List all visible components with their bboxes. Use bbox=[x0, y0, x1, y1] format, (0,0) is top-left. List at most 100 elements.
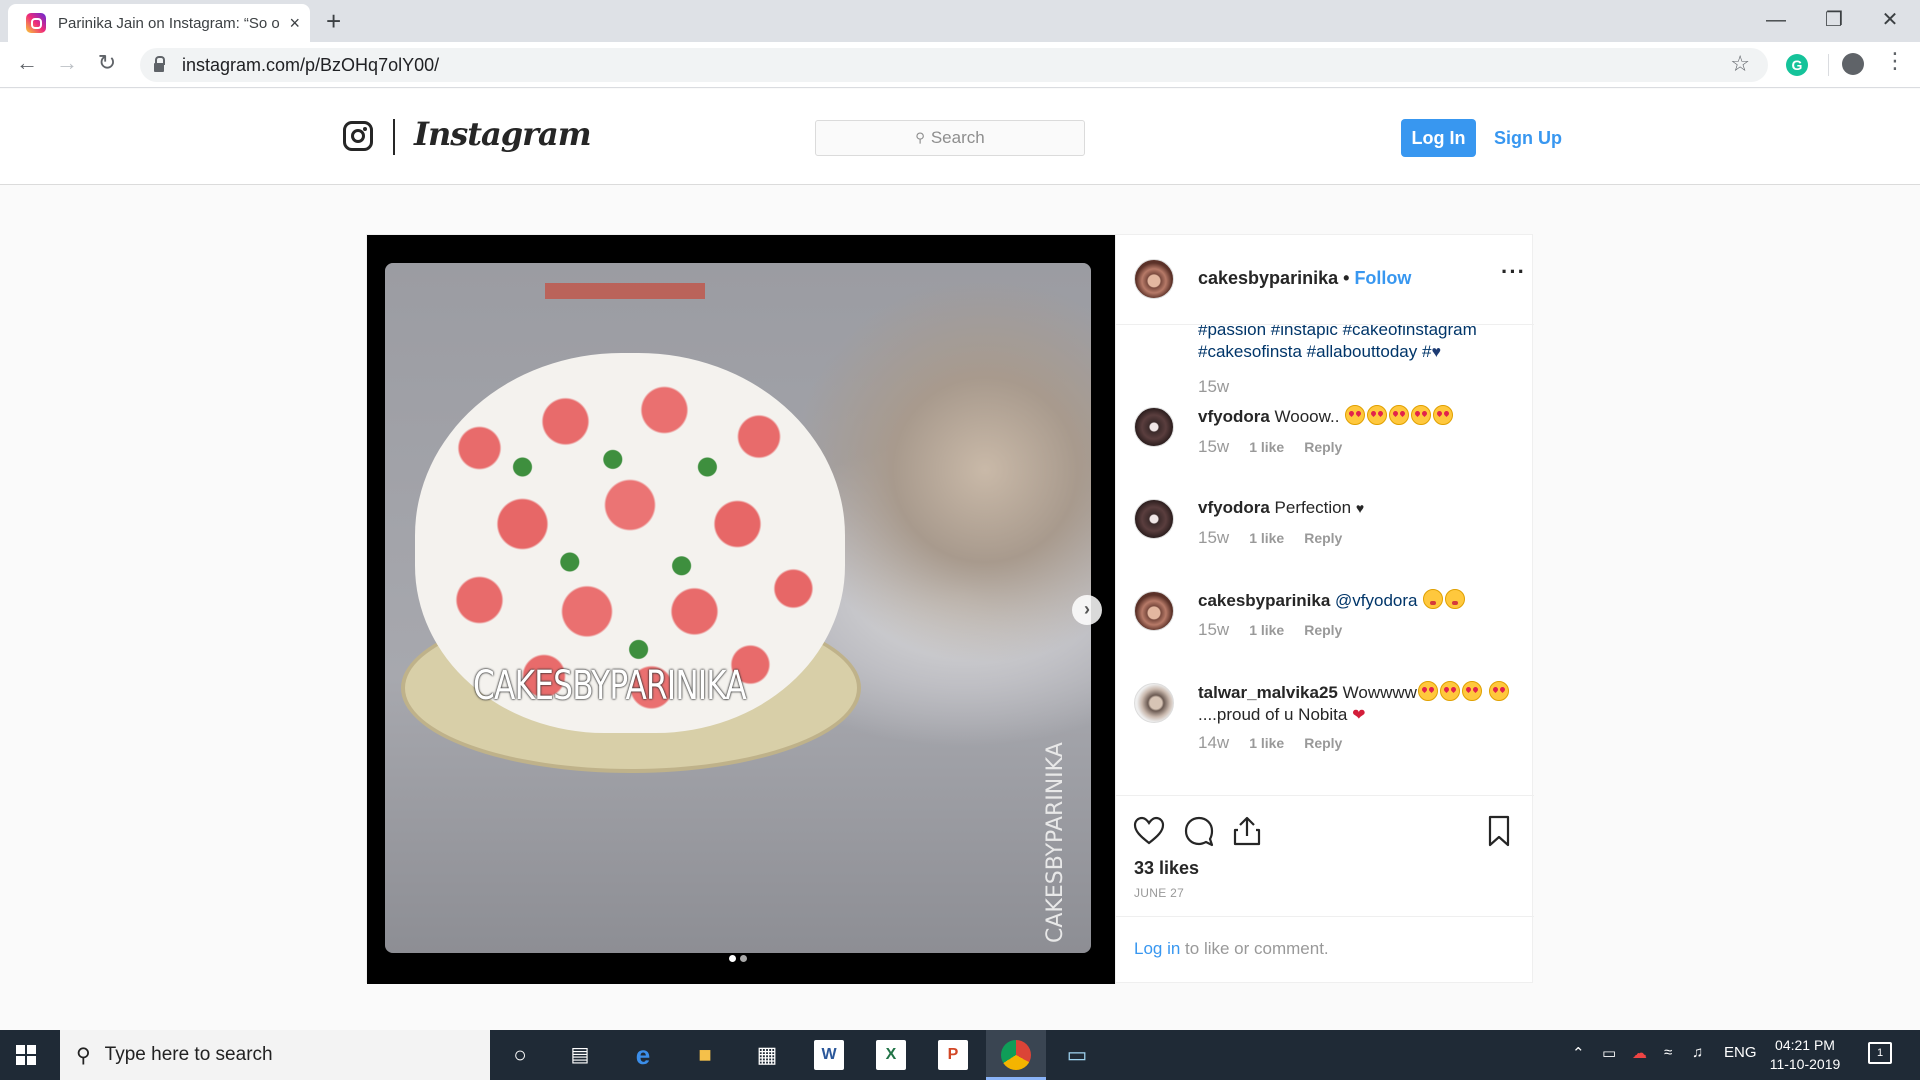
like-heart-icon[interactable] bbox=[1132, 814, 1166, 848]
comment-username[interactable]: cakesbyparinika bbox=[1198, 591, 1330, 610]
heart-eyes-emoji-icon bbox=[1488, 681, 1510, 702]
profile-avatar-icon[interactable] bbox=[1842, 53, 1864, 75]
language-indicator[interactable]: ENG bbox=[1724, 1044, 1757, 1061]
instagram-favicon-icon bbox=[26, 13, 46, 33]
commenter-avatar[interactable] bbox=[1134, 591, 1174, 631]
windows-start-icon[interactable] bbox=[16, 1045, 36, 1065]
carousel-dot-1[interactable] bbox=[729, 955, 736, 962]
task-view-icon[interactable]: ▤ bbox=[565, 1040, 595, 1070]
reload-icon[interactable]: ↻ bbox=[92, 50, 122, 76]
photo-watermark: CAKESBYPARINIKA bbox=[473, 663, 747, 709]
close-window-button[interactable]: ✕ bbox=[1862, 2, 1918, 38]
word-icon[interactable]: W bbox=[814, 1040, 844, 1070]
author-avatar[interactable] bbox=[1134, 259, 1174, 299]
taskbar-search-input[interactable]: ⚲ Type here to search bbox=[60, 1030, 490, 1080]
comment-text-2: ....proud of u Nobita bbox=[1198, 705, 1348, 724]
comment-timestamp[interactable]: 15w bbox=[1198, 620, 1229, 640]
carousel-dot-2[interactable] bbox=[740, 955, 747, 962]
signup-button[interactable]: Sign Up bbox=[1494, 119, 1562, 157]
comment-likes[interactable]: 1 like bbox=[1249, 735, 1284, 751]
browser-tab[interactable]: Parinika Jain on Instagram: “So o × bbox=[8, 4, 310, 42]
bookmark-star-icon[interactable]: ☆ bbox=[1730, 51, 1750, 77]
address-bar[interactable]: instagram.com/p/BzOHq7olY00/ ☆ bbox=[140, 48, 1768, 82]
reply-button[interactable]: Reply bbox=[1304, 439, 1342, 455]
notification-center-icon[interactable]: 1 bbox=[1868, 1042, 1892, 1064]
likes-count[interactable]: 33 likes bbox=[1134, 858, 1199, 879]
notes-app-icon[interactable]: ▭ bbox=[1062, 1040, 1092, 1070]
comment-mention[interactable]: @vfyodora bbox=[1335, 591, 1417, 610]
tab-close-icon[interactable]: × bbox=[289, 13, 300, 34]
new-tab-button[interactable]: + bbox=[326, 6, 341, 37]
comment-timestamp[interactable]: 14w bbox=[1198, 733, 1229, 753]
onedrive-icon[interactable]: ☁ bbox=[1632, 1044, 1647, 1062]
carousel-next-icon[interactable]: › bbox=[1072, 595, 1102, 625]
photo-detail bbox=[545, 283, 705, 299]
comment-username[interactable]: talwar_malvika25 bbox=[1198, 683, 1338, 702]
grammarly-extension-icon[interactable]: G bbox=[1786, 54, 1808, 76]
caption-timestamp[interactable]: 15w bbox=[1198, 377, 1229, 397]
cortana-icon[interactable]: ○ bbox=[505, 1040, 535, 1070]
comment-text: Wooow.. bbox=[1274, 407, 1340, 426]
taskbar-search-placeholder: Type here to search bbox=[104, 1044, 273, 1065]
instagram-camera-logo-icon[interactable] bbox=[343, 121, 373, 151]
instagram-header: Instagram ⚲ Search Log In Sign Up bbox=[0, 89, 1920, 185]
post-date[interactable]: JUNE 27 bbox=[1134, 886, 1184, 900]
follow-button[interactable]: Follow bbox=[1354, 268, 1411, 288]
kiss-emoji-icon bbox=[1422, 589, 1466, 610]
taskbar-clock[interactable]: 04:21 PM 11-10-2019 bbox=[1768, 1036, 1842, 1074]
cake-photo: CAKESBYPARINIKA CAKESBYPARINIKA bbox=[385, 263, 1091, 953]
search-placeholder: Search bbox=[930, 128, 985, 147]
reply-button[interactable]: Reply bbox=[1304, 530, 1342, 546]
battery-icon[interactable]: ▭ bbox=[1602, 1044, 1616, 1062]
chrome-icon[interactable] bbox=[1001, 1040, 1031, 1070]
commenter-avatar[interactable] bbox=[1134, 499, 1174, 539]
login-button[interactable]: Log In bbox=[1401, 119, 1476, 157]
comment-likes[interactable]: 1 like bbox=[1249, 530, 1284, 546]
comment-likes[interactable]: 1 like bbox=[1249, 439, 1284, 455]
microsoft-store-icon[interactable]: ▦ bbox=[752, 1040, 782, 1070]
comments-list[interactable]: #passion #instapic #cakeofinstagram #cak… bbox=[1116, 325, 1534, 795]
edge-browser-icon[interactable]: e bbox=[628, 1040, 658, 1070]
more-options-icon[interactable]: ··· bbox=[1501, 259, 1526, 285]
caption-hashtags: #passion #instapic #cakeofinstagram #cak… bbox=[1198, 325, 1518, 364]
search-icon: ⚲ bbox=[76, 1044, 91, 1067]
author-separator: • bbox=[1343, 268, 1350, 288]
commenter-avatar[interactable] bbox=[1134, 407, 1174, 447]
reply-button[interactable]: Reply bbox=[1304, 622, 1342, 638]
comment-username[interactable]: vfyodora bbox=[1198, 498, 1270, 517]
comment-3: cakesbyparinika @vfyodora bbox=[1198, 589, 1518, 612]
broken-heart-emoji-icon: ❤ bbox=[1352, 707, 1366, 724]
minimize-button[interactable]: — bbox=[1748, 2, 1804, 38]
tray-chevron-icon[interactable]: ⌃ bbox=[1572, 1044, 1585, 1062]
reply-button[interactable]: Reply bbox=[1304, 735, 1342, 751]
powerpoint-icon[interactable]: P bbox=[938, 1040, 968, 1070]
forward-arrow-icon[interactable]: → bbox=[52, 50, 82, 76]
caption-meta: 15w bbox=[1198, 377, 1229, 397]
comment-bubble-icon[interactable] bbox=[1182, 814, 1216, 848]
post-media[interactable]: CAKESBYPARINIKA CAKESBYPARINIKA › bbox=[367, 235, 1115, 984]
comment-likes[interactable]: 1 like bbox=[1249, 622, 1284, 638]
comment-4: talwar_malvika25 Wowwww ....proud of u N… bbox=[1198, 681, 1518, 727]
search-input[interactable]: ⚲ Search bbox=[815, 120, 1085, 156]
volume-icon[interactable]: ♫ bbox=[1692, 1044, 1703, 1061]
save-bookmark-icon[interactable] bbox=[1482, 814, 1516, 848]
post-sidebar: cakesbyparinika • Follow ··· #passion #i… bbox=[1115, 235, 1534, 985]
author-username[interactable]: cakesbyparinika bbox=[1198, 268, 1338, 288]
excel-icon[interactable]: X bbox=[876, 1040, 906, 1070]
maximize-button[interactable]: ❐ bbox=[1806, 2, 1862, 38]
commenter-avatar[interactable] bbox=[1134, 683, 1174, 723]
login-link[interactable]: Log in bbox=[1134, 939, 1180, 958]
comment-username[interactable]: vfyodora bbox=[1198, 407, 1270, 426]
browser-menu-icon[interactable]: ⋮ bbox=[1884, 48, 1906, 74]
login-to-comment: Log in to like or comment. bbox=[1116, 916, 1534, 985]
comment-1-meta: 15w 1 like Reply bbox=[1198, 437, 1342, 457]
share-icon[interactable] bbox=[1230, 814, 1264, 848]
file-explorer-icon[interactable]: ■ bbox=[690, 1040, 720, 1070]
url-text[interactable]: instagram.com/p/BzOHq7olY00/ bbox=[182, 55, 439, 76]
back-arrow-icon[interactable]: ← bbox=[12, 50, 42, 76]
wifi-icon[interactable]: ≈ bbox=[1664, 1044, 1672, 1061]
instagram-wordmark[interactable]: Instagram bbox=[414, 115, 592, 153]
comment-timestamp[interactable]: 15w bbox=[1198, 437, 1229, 457]
comment-timestamp[interactable]: 15w bbox=[1198, 528, 1229, 548]
browser-tab-strip: Parinika Jain on Instagram: “So o × + — … bbox=[0, 0, 1920, 42]
